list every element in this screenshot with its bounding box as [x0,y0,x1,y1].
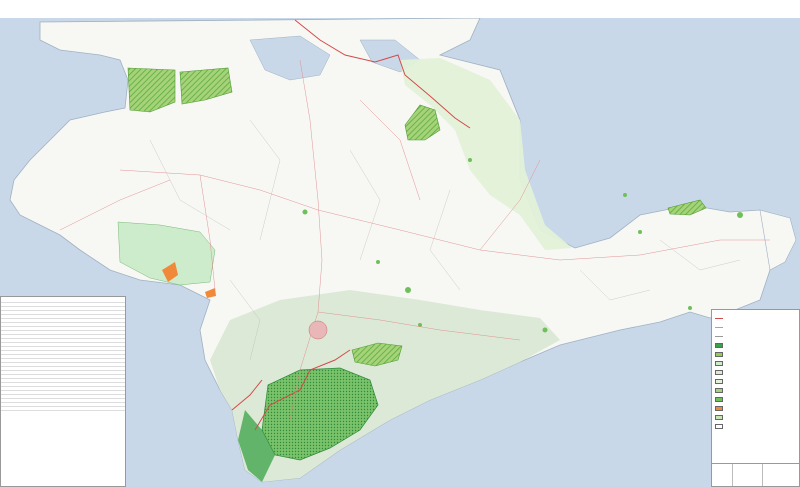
legend-swatch [715,343,723,348]
title-stamp [712,463,799,486]
legend-right-entry [712,368,799,377]
stamp-cell [712,464,733,486]
legend-swatch [715,397,723,402]
legend-right-entry [712,395,799,404]
legend-swatch [715,352,723,357]
legend-left-row [1,407,63,411]
legend-right-entries [712,314,799,431]
legend-right-entry [712,314,799,323]
legend-swatch [715,336,723,337]
legend-swatch [715,424,723,429]
legend-right-entry [712,413,799,422]
map-title-block [0,0,800,18]
stamp-cell [762,464,799,486]
city-area [308,320,328,340]
legend-right-entry [712,404,799,413]
legend-right-entry [712,422,799,431]
legend-swatch [715,318,723,319]
legend-right-entry [712,323,799,332]
legend-right-entry [712,341,799,350]
legend-left-row [63,407,125,411]
legend-right-entry [712,332,799,341]
legend-swatch [715,415,723,420]
legend-right-entry [712,359,799,368]
legend-swatch [715,379,723,384]
legend-swatch [715,370,723,375]
legend-right-entry [712,377,799,386]
legend-right-entry [712,386,799,395]
legend-right [711,309,800,487]
legend-swatch [715,327,723,328]
legend-left [0,296,126,487]
legend-swatch [715,388,723,393]
legend-left-column-1 [1,299,63,411]
stamp-cell [732,464,763,486]
legend-left-columns [1,299,125,411]
legend-left-column-2 [63,299,125,411]
legend-swatch [715,361,723,366]
legend-swatch [715,406,723,411]
legend-right-entry [712,350,799,359]
